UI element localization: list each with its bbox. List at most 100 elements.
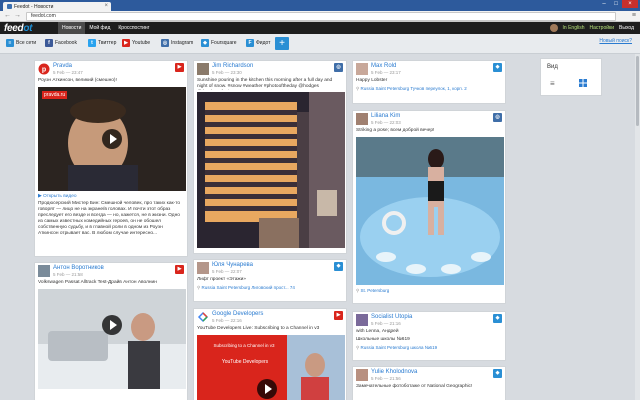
filter-facebook[interactable]: f Facebook bbox=[45, 39, 77, 47]
post-text: Striking a pose; всем доброй вечер! bbox=[356, 128, 435, 133]
post-location[interactable]: ⚲ St. Petersburg bbox=[353, 287, 505, 295]
pravda-avatar[interactable]: p bbox=[38, 63, 50, 75]
author-name[interactable]: Yulie Kholodnova bbox=[371, 369, 417, 375]
nav-news[interactable]: Новости bbox=[58, 22, 86, 34]
post-card-yulia-ch: Юля Чунарева 5 Feb — 22:07 ◆ Лифт проект… bbox=[193, 259, 347, 302]
author-name[interactable]: Юля Чунарева bbox=[212, 262, 253, 268]
filter-all-networks[interactable]: ≡ Все сети bbox=[6, 39, 36, 47]
instagram-icon: ◎ bbox=[334, 63, 343, 72]
author-name[interactable]: Pravda bbox=[53, 63, 72, 69]
author-name[interactable]: Max Rold bbox=[371, 63, 396, 69]
filter-instagram[interactable]: ◎ Instagram bbox=[161, 39, 193, 47]
play-button[interactable] bbox=[102, 129, 122, 149]
open-video-link[interactable]: ▶ Открыть видео bbox=[35, 193, 187, 200]
author-avatar[interactable] bbox=[356, 113, 368, 125]
post-card-voroshilov: Антон Воротников 5 Feb — 21:58 ▶ Volkswa… bbox=[34, 262, 188, 400]
post-video[interactable] bbox=[38, 289, 186, 389]
browser-tab-title: Feedot - Новости bbox=[14, 3, 54, 10]
twitter-icon: t bbox=[88, 39, 96, 47]
browser-tab-strip: Feedot - Новости × – □ × bbox=[0, 0, 640, 11]
filter-feedot[interactable]: F Фидот bbox=[246, 39, 270, 47]
app-header: feedot Новости Мой фид Кросспостинг In E… bbox=[0, 22, 640, 34]
filter-twitter[interactable]: t Твиттер bbox=[88, 39, 116, 47]
post-text: Sunshine pouring in the kitchen this mor… bbox=[197, 78, 333, 89]
logout-link[interactable]: Выход bbox=[619, 25, 634, 31]
grid-view-icon[interactable] bbox=[579, 79, 587, 87]
view-mode-panel: Вид ≡ bbox=[540, 58, 602, 96]
minimize-icon[interactable]: – bbox=[598, 0, 610, 8]
post-location[interactable]: ⚲ Russia Saint Petersburg школа №619 bbox=[353, 344, 505, 352]
new-search-link[interactable]: Новый поиск? bbox=[599, 38, 632, 44]
post-photo[interactable] bbox=[356, 137, 504, 285]
arrow-right-icon[interactable]: → bbox=[14, 12, 21, 19]
feedot-favicon-icon bbox=[7, 4, 12, 9]
feedot-logo[interactable]: feedot bbox=[4, 23, 33, 34]
post-time: 5 Feb — 23:47 bbox=[53, 70, 83, 75]
author-name[interactable]: Liliana Kim bbox=[371, 113, 400, 119]
svg-text:p: p bbox=[42, 67, 46, 74]
close-tab-icon[interactable]: × bbox=[104, 3, 108, 9]
post-video[interactable]: Subscribing to a Channel in v3 YouTube D… bbox=[197, 335, 345, 400]
video-brand: YouTube Developers bbox=[221, 359, 269, 365]
author-name[interactable]: Антон Воротников bbox=[53, 265, 104, 271]
post-card-liliana: Liliana Kim 5 Feb — 22:03 ◎ Striking a p… bbox=[352, 110, 506, 304]
post-text: YouTube Developers Live: Subscribing to … bbox=[197, 326, 320, 331]
foursquare-icon: ◆ bbox=[493, 314, 502, 323]
scrollbar-thumb[interactable] bbox=[636, 56, 639, 126]
author-avatar[interactable] bbox=[356, 314, 368, 326]
author-avatar[interactable] bbox=[197, 63, 209, 75]
google-developers-avatar[interactable] bbox=[197, 311, 209, 323]
author-avatar[interactable] bbox=[38, 265, 50, 277]
nav-crossposting[interactable]: Кросспостинг bbox=[114, 22, 153, 34]
facebook-icon: f bbox=[45, 39, 53, 47]
pravda-watermark: pravda.ru bbox=[42, 91, 68, 99]
window-close-icon[interactable]: × bbox=[622, 0, 638, 8]
play-button[interactable] bbox=[102, 315, 122, 335]
post-location[interactable]: ⚲ Russia Saint Petersburg Тучков переуло… bbox=[353, 85, 505, 93]
post-video[interactable]: pravda.ru bbox=[38, 87, 186, 191]
foursquare-icon: ◆ bbox=[493, 369, 502, 378]
play-button[interactable] bbox=[257, 379, 277, 399]
url-input[interactable]: feedot.com bbox=[26, 12, 616, 21]
language-link[interactable]: In English bbox=[563, 25, 585, 31]
author-name[interactable]: Google Developers bbox=[212, 311, 263, 317]
post-time: 5 Feb — 22:16 bbox=[212, 318, 242, 323]
post-location[interactable]: ⚲ Russia Saint Petersburg Лиговский прос… bbox=[194, 284, 346, 292]
settings-link[interactable]: Настройки bbox=[590, 25, 615, 31]
post-text: Роуэн Аткинсон, великий (смешно)! bbox=[38, 78, 117, 83]
post-card-jim: Jim Richardson 5 Feb — 23:30 ◎ Sunshine … bbox=[193, 60, 347, 254]
author-name[interactable]: Jim Richardson bbox=[212, 63, 253, 69]
post-card-google: Google Developers 5 Feb — 22:16 ▶ YouTub… bbox=[193, 308, 347, 400]
filter-youtube[interactable]: ▶ Youtube bbox=[122, 39, 150, 47]
post-body: Продюсерский Мистер Бин: Смешной человек… bbox=[38, 201, 181, 236]
filter-foursquare[interactable]: ◆ Foursquare bbox=[201, 39, 237, 47]
youtube-icon: ▶ bbox=[122, 39, 130, 47]
header-user-area: In English Настройки Выход bbox=[549, 22, 634, 34]
browser-menu-icon[interactable]: ≡ bbox=[632, 12, 636, 19]
arrow-left-icon[interactable]: ← bbox=[4, 12, 11, 19]
post-text: with Lenna, Андрей bbox=[356, 329, 399, 334]
post-photo[interactable] bbox=[197, 92, 345, 248]
post-time: 5 Feb — 22:03 bbox=[371, 120, 401, 125]
main-nav: Новости Мой фид Кросспостинг bbox=[58, 22, 154, 34]
browser-tab[interactable]: Feedot - Новости × bbox=[3, 2, 111, 11]
post-time: 5 Feb — 21:56 bbox=[371, 376, 401, 381]
author-avatar[interactable] bbox=[197, 262, 209, 274]
browser-address-bar: ← → feedot.com ≡ bbox=[0, 11, 640, 22]
post-text: Happy Lobster bbox=[356, 78, 388, 83]
nav-my-feed[interactable]: Мой фид bbox=[85, 22, 114, 34]
foursquare-icon: ◆ bbox=[334, 262, 343, 271]
author-avatar[interactable] bbox=[356, 369, 368, 381]
user-avatar[interactable] bbox=[549, 24, 558, 32]
video-caption: Subscribing to a Channel in v3 bbox=[213, 343, 275, 348]
foursquare-icon: ◆ bbox=[493, 63, 502, 72]
foursquare-icon: ◆ bbox=[201, 39, 209, 47]
post-time: 5 Feb — 21:16 bbox=[371, 321, 401, 326]
author-name[interactable]: Socialist Utopia bbox=[371, 314, 412, 320]
author-avatar[interactable] bbox=[356, 63, 368, 75]
list-view-icon[interactable]: ≡ bbox=[550, 79, 555, 88]
all-networks-icon: ≡ bbox=[6, 39, 14, 47]
maximize-icon[interactable]: □ bbox=[610, 0, 622, 8]
add-filter-button[interactable]: + bbox=[275, 37, 289, 50]
youtube-icon: ▶ bbox=[334, 311, 343, 320]
